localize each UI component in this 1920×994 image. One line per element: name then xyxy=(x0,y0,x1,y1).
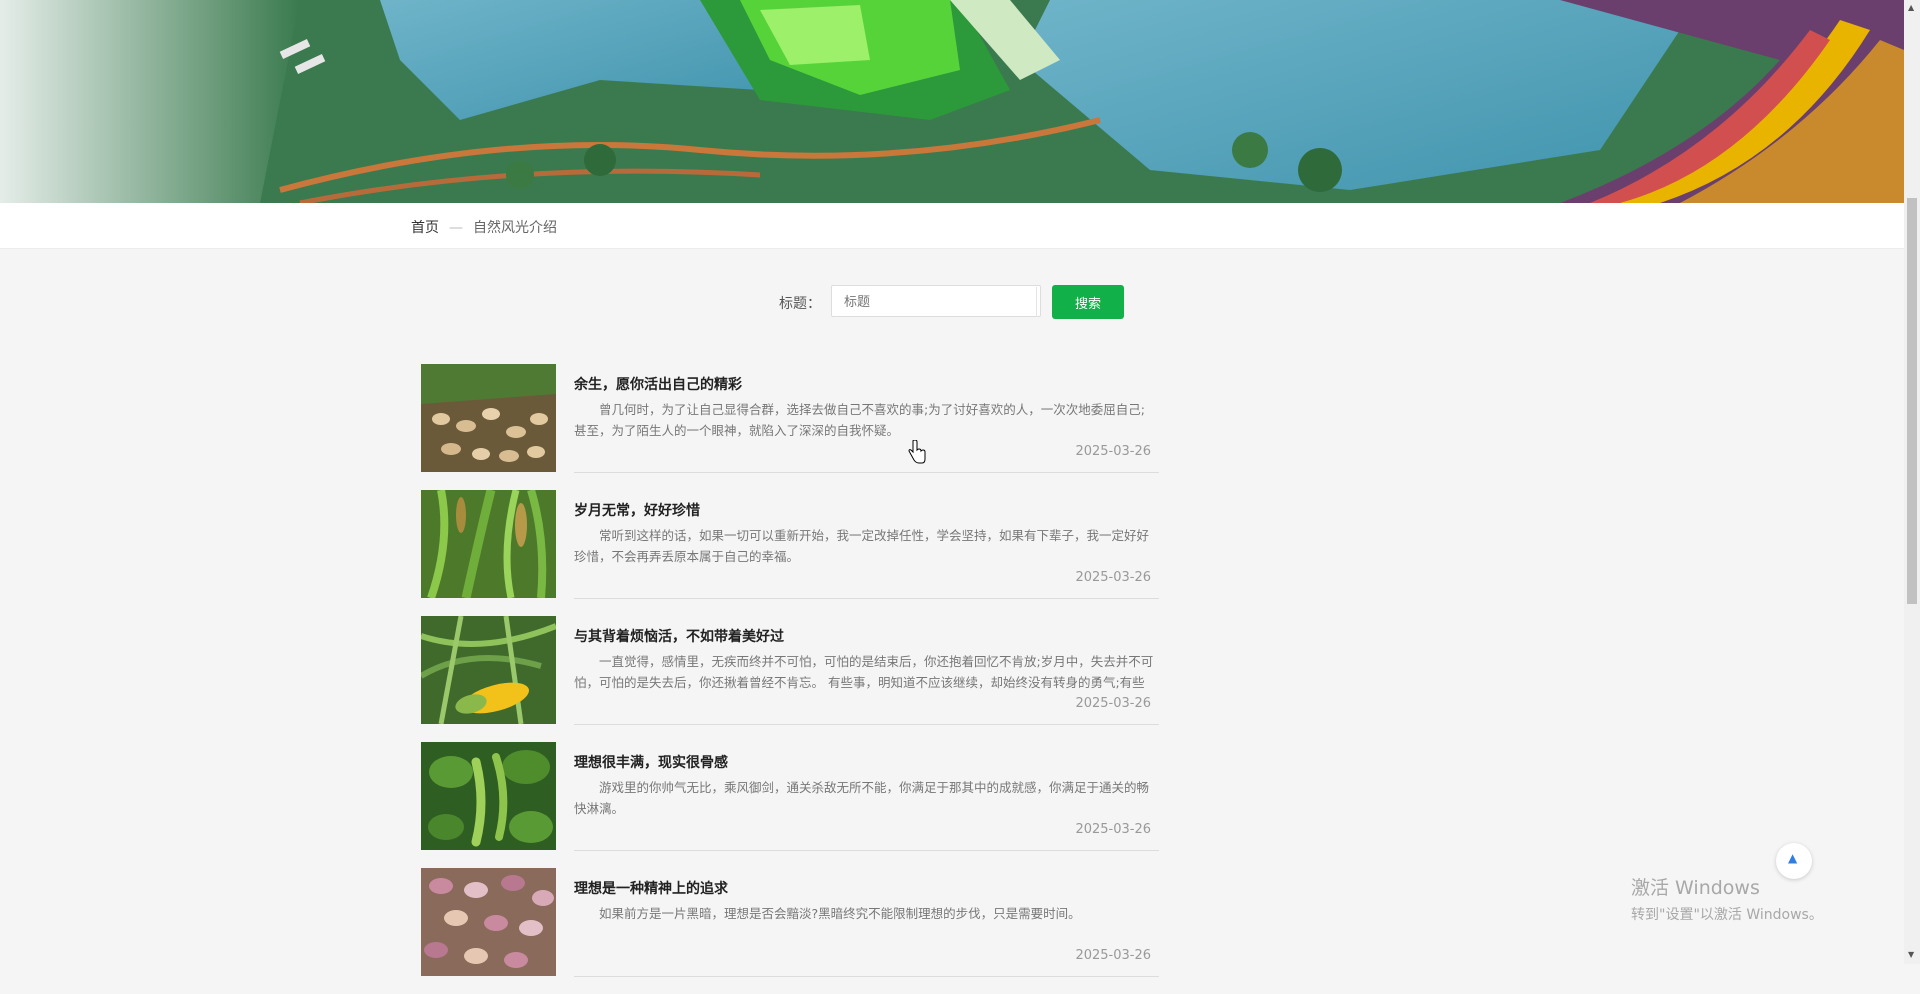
list-item[interactable]: 理想很丰满，现实很骨感 游戏里的你帅气无比，乘风御剑，通关杀敌无所不能，你满足于… xyxy=(421,742,1159,868)
search-box xyxy=(831,285,1041,317)
article-summary: 游戏里的你帅气无比，乘风御剑，通关杀敌无所不能，你满足于那其中的成就感，你满足于… xyxy=(574,780,1150,816)
arrow-up-icon: ▲ xyxy=(1788,851,1798,865)
article-thumbnail[interactable] xyxy=(421,742,556,850)
breadcrumb-bar: 首页 — 自然风光介绍 xyxy=(0,203,1904,249)
breadcrumb-current: 自然风光介绍 xyxy=(473,220,557,236)
windows-activation-watermark: 激活 Windows 转到"设置"以激活 Windows。 xyxy=(1631,873,1823,924)
list-item[interactable]: 与其背着烦恼活，不如带着美好过 一直觉得，感情里，无疾而终并不可怕，可怕的是结束… xyxy=(421,616,1159,742)
search-label: 标题： xyxy=(779,296,821,312)
banner-image xyxy=(0,0,1904,203)
list-item[interactable]: 理想是一种精神上的追求 如果前方是一片黑暗，理想是否会黯淡?黑暗终究不能限制理想… xyxy=(421,868,1159,994)
list-item[interactable]: 余生，愿你活出自己的精彩 曾几何时，为了让自己显得合群，选择去做自己不喜欢的事;… xyxy=(421,364,1159,490)
article-body: 岁月无常，好好珍惜 常听到这样的话，如果一切可以重新开始，我一定改掉任性，学会坚… xyxy=(574,490,1159,599)
article-summary: 如果前方是一片黑暗，理想是否会黯淡?黑暗终究不能限制理想的步伐，只是需要时间。 xyxy=(599,906,1081,921)
article-list: 余生，愿你活出自己的精彩 曾几何时，为了让自己显得合群，选择去做自己不喜欢的事;… xyxy=(421,364,1159,994)
page-scrollbar[interactable]: ▲ ▼ xyxy=(1904,0,1920,964)
scroll-down-arrow-icon[interactable]: ▼ xyxy=(1908,950,1914,959)
search-button[interactable]: 搜索 xyxy=(1052,285,1124,319)
article-thumbnail[interactable] xyxy=(421,868,556,976)
article-date: 2025-03-26 xyxy=(1075,444,1151,459)
breadcrumb: 首页 — 自然风光介绍 xyxy=(411,217,557,237)
article-summary: 常听到这样的话，如果一切可以重新开始，我一定改掉任性，学会坚持，如果有下辈子，我… xyxy=(574,528,1150,564)
article-summary: 曾几何时，为了让自己显得合群，选择去做自己不喜欢的事;为了讨好喜欢的人，一次次地… xyxy=(574,402,1145,438)
article-title[interactable]: 余生，愿你活出自己的精彩 xyxy=(574,374,742,394)
breadcrumb-separator: — xyxy=(449,220,463,236)
article-title[interactable]: 岁月无常，好好珍惜 xyxy=(574,500,700,520)
article-title[interactable]: 与其背着烦恼活，不如带着美好过 xyxy=(574,626,784,646)
article-thumbnail[interactable] xyxy=(421,364,556,472)
search-input[interactable] xyxy=(842,287,1037,317)
article-title[interactable]: 理想很丰满，现实很骨感 xyxy=(574,752,728,772)
watermark-subtitle: 转到"设置"以激活 Windows。 xyxy=(1631,907,1823,923)
hand-cursor-icon xyxy=(908,439,926,468)
scroll-up-arrow-icon[interactable]: ▲ xyxy=(1908,3,1914,12)
scrollbar-thumb[interactable] xyxy=(1907,198,1917,604)
article-title[interactable]: 理想是一种精神上的追求 xyxy=(574,878,728,898)
article-summary: 一直觉得，感情里，无疾而终并不可怕，可怕的是结束后，你还抱着回忆不肯放;岁月中，… xyxy=(574,654,1154,690)
search-form: 标题： 搜索 xyxy=(0,285,1904,319)
article-date: 2025-03-26 xyxy=(1075,948,1151,963)
article-thumbnail[interactable] xyxy=(421,616,556,724)
article-body: 理想很丰满，现实很骨感 游戏里的你帅气无比，乘风御剑，通关杀敌无所不能，你满足于… xyxy=(574,742,1159,851)
list-item[interactable]: 岁月无常，好好珍惜 常听到这样的话，如果一切可以重新开始，我一定改掉任性，学会坚… xyxy=(421,490,1159,616)
article-body: 与其背着烦恼活，不如带着美好过 一直觉得，感情里，无疾而终并不可怕，可怕的是结束… xyxy=(574,616,1159,725)
article-thumbnail[interactable] xyxy=(421,490,556,598)
article-body: 余生，愿你活出自己的精彩 曾几何时，为了让自己显得合群，选择去做自己不喜欢的事;… xyxy=(574,364,1159,473)
article-date: 2025-03-26 xyxy=(1075,570,1151,585)
article-body: 理想是一种精神上的追求 如果前方是一片黑暗，理想是否会黯淡?黑暗终究不能限制理想… xyxy=(574,868,1159,977)
breadcrumb-home-link[interactable]: 首页 xyxy=(411,220,439,236)
article-date: 2025-03-26 xyxy=(1075,822,1151,837)
article-date: 2025-03-26 xyxy=(1075,696,1151,711)
watermark-title: 激活 Windows xyxy=(1631,877,1760,899)
